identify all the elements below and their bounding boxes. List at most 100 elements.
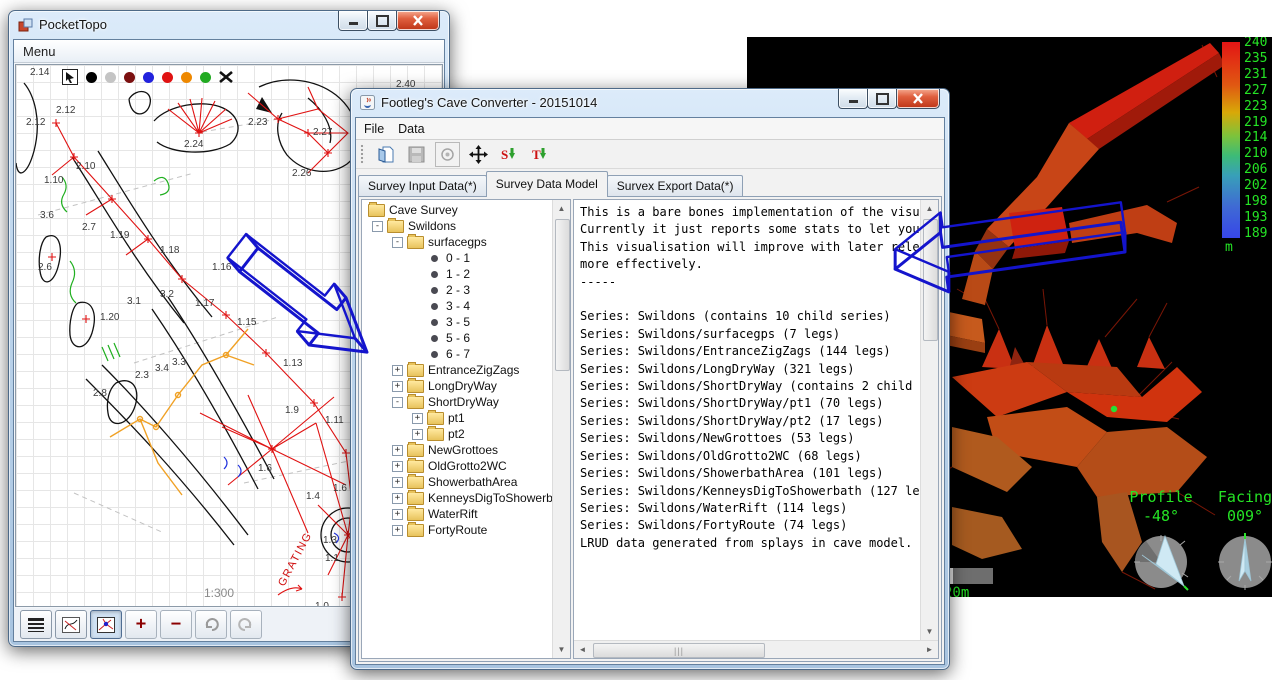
minimize-button[interactable] (838, 89, 868, 109)
scroll-up-icon[interactable]: ▲ (921, 200, 938, 217)
tree-item-3-5[interactable]: 3 - 5 (364, 314, 552, 330)
close-button[interactable] (896, 89, 940, 109)
tab-survey-input-data-[interactable]: Survey Input Data(*) (358, 175, 487, 197)
tree-item-kenneysdigtoshowerbath[interactable]: +KenneysDigToShowerbath (364, 490, 552, 506)
tree-item-label: 3 - 5 (446, 315, 470, 329)
folder-icon (407, 396, 424, 409)
text-vertical-scrollbar[interactable]: ▲ ▼ (920, 200, 938, 640)
tree-item-pt1[interactable]: +pt1 (364, 410, 552, 426)
tree-item-swildons[interactable]: -Swildons (364, 218, 552, 234)
minimize-button[interactable] (338, 11, 368, 31)
redo-button[interactable] (230, 610, 262, 639)
expand-toggle-icon[interactable]: + (392, 461, 403, 472)
tree-item-longdryway[interactable]: +LongDryWay (364, 378, 552, 394)
export-survex-button[interactable]: S (497, 142, 522, 167)
scrollbar-thumb[interactable] (923, 219, 938, 341)
tree-item-pt2[interactable]: +pt2 (364, 426, 552, 442)
color-dot[interactable] (143, 72, 154, 83)
expand-toggle-icon[interactable]: + (392, 493, 403, 504)
tree-item-2-3[interactable]: 2 - 3 (364, 282, 552, 298)
toolbar-drag-handle[interactable] (360, 144, 365, 164)
text-horizontal-scrollbar[interactable]: ◄ ||| ► (574, 640, 938, 658)
collapse-toggle-icon[interactable]: - (372, 221, 383, 232)
resize-button[interactable] (466, 142, 491, 167)
maximize-button[interactable] (867, 89, 897, 109)
scroll-down-icon[interactable]: ▼ (553, 641, 570, 658)
sketch-side-button[interactable] (90, 610, 122, 639)
zoom-in-button[interactable]: + (125, 610, 157, 639)
java-app-icon (360, 95, 375, 110)
expand-toggle-icon[interactable]: + (392, 445, 403, 456)
menu-button[interactable]: Menu (23, 44, 56, 59)
tree-item-shortdryway[interactable]: - ShortDryWay (364, 394, 552, 410)
maximize-button[interactable] (367, 11, 397, 31)
scroll-right-icon[interactable]: ► (921, 641, 938, 658)
folder-icon (407, 508, 424, 521)
tab-survex-export-data-[interactable]: Survex Export Data(*) (607, 175, 744, 197)
tree-item-0-1[interactable]: 0 - 1 (364, 250, 552, 266)
sketch-plan-button[interactable] (55, 610, 87, 639)
station-label: 1.19 (110, 230, 129, 241)
scroll-left-icon[interactable]: ◄ (574, 641, 591, 658)
drawing-palette (62, 69, 233, 85)
menu-data[interactable]: Data (398, 122, 424, 136)
scrollbar-thumb[interactable] (555, 219, 570, 371)
cursor-tool-icon[interactable] (62, 69, 78, 85)
tree-item-waterrift[interactable]: +WaterRift (364, 506, 552, 522)
station-label: 2.8 (93, 388, 107, 399)
scrollbar-thumb[interactable]: ||| (593, 643, 765, 658)
collapse-toggle-icon[interactable]: - (392, 237, 403, 248)
zoom-out-button[interactable]: − (160, 610, 192, 639)
survey-leg-icon (431, 351, 438, 358)
scroll-up-icon[interactable]: ▲ (553, 200, 570, 217)
expand-toggle-icon[interactable]: + (412, 413, 423, 424)
expand-toggle-icon[interactable]: + (392, 509, 403, 520)
tree-item-5-6[interactable]: 5 - 6 (364, 330, 552, 346)
tree-item-fortyroute[interactable]: +FortyRoute (364, 522, 552, 538)
color-dot[interactable] (200, 72, 211, 83)
compass-dial-icon[interactable] (1216, 533, 1272, 591)
scalebar-segment (953, 568, 993, 584)
station-label: 2.6 (38, 262, 52, 273)
color-dot[interactable] (105, 72, 116, 83)
tree-item-label: NewGrottoes (428, 443, 498, 457)
expand-toggle-icon[interactable]: + (392, 477, 403, 488)
tree-item-cave-survey[interactable]: Cave Survey (364, 202, 552, 218)
tree-item-label: 0 - 1 (446, 251, 470, 265)
tree-item-label: ShortDryWay (428, 395, 499, 409)
station-label: 2.14 (30, 67, 49, 78)
color-dot[interactable] (86, 72, 97, 83)
expand-toggle-icon[interactable]: + (392, 525, 403, 536)
tree-item-1-2[interactable]: 1 - 2 (364, 266, 552, 282)
tree-item-6-7[interactable]: 6 - 7 (364, 346, 552, 362)
save-button[interactable] (404, 142, 429, 167)
scroll-down-icon[interactable]: ▼ (921, 623, 938, 640)
open-file-button[interactable] (373, 142, 398, 167)
tree-item-label: ShowerbathArea (428, 475, 517, 489)
folder-icon (407, 460, 424, 473)
tree-vertical-scrollbar[interactable]: ▲ ▼ (552, 200, 570, 658)
color-dot[interactable] (124, 72, 135, 83)
color-dot[interactable] (181, 72, 192, 83)
collapse-toggle-icon[interactable]: - (392, 397, 403, 408)
expand-toggle-icon[interactable]: + (392, 381, 403, 392)
color-dot[interactable] (162, 72, 173, 83)
model-text[interactable]: This is a bare bones implementation of t… (574, 200, 920, 640)
undo-button[interactable] (195, 610, 227, 639)
tab-survey-data-model[interactable]: Survey Data Model (486, 171, 608, 197)
menu-file[interactable]: File (364, 122, 384, 136)
data-table-button[interactable] (20, 610, 52, 639)
tree-item-surfacegps[interactable]: -surfacegps (364, 234, 552, 250)
expand-toggle-icon[interactable]: + (412, 429, 423, 440)
expand-toggle-icon[interactable]: + (392, 365, 403, 376)
process-button[interactable] (435, 142, 460, 167)
clino-dial-icon[interactable] (1132, 533, 1190, 591)
export-toporobot-button[interactable]: T (528, 142, 553, 167)
tree-item-newgrottoes[interactable]: + NewGrottoes (364, 442, 552, 458)
tree-item-oldgrotto2wc[interactable]: +OldGrotto2WC (364, 458, 552, 474)
tree-item-entrancezigzags[interactable]: +EntranceZigZags (364, 362, 552, 378)
tree-item-showerbatharea[interactable]: + ShowerbathArea (364, 474, 552, 490)
close-button[interactable] (396, 11, 440, 31)
eraser-x-icon[interactable] (219, 70, 233, 84)
tree-item-3-4[interactable]: 3 - 4 (364, 298, 552, 314)
